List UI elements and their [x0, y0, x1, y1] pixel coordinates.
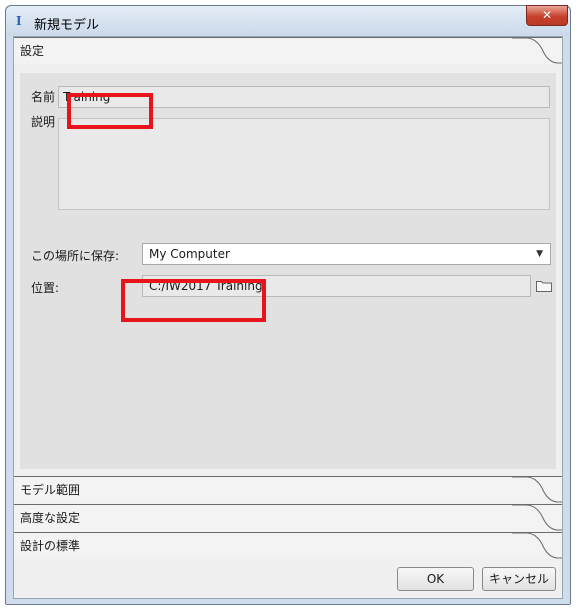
title-bar: I 新規モデル ✕: [6, 5, 570, 36]
section-header-advanced[interactable]: 高度な設定: [14, 504, 562, 531]
settings-panel: 名前 Training 説明 この場所に保存: My Computer ▼ 位置…: [20, 73, 556, 469]
highlight-name-box: [67, 93, 153, 129]
section-curve-icon: [512, 504, 562, 531]
section-label-advanced: 高度な設定: [20, 511, 81, 525]
section-label-settings: 設定: [20, 44, 45, 58]
name-label: 名前: [31, 90, 56, 104]
section-header-settings[interactable]: 設定: [14, 37, 562, 64]
description-label: 説明: [31, 115, 56, 129]
ok-button[interactable]: OK: [397, 567, 474, 591]
save-location-value: My Computer: [149, 247, 230, 261]
folder-icon[interactable]: [536, 280, 552, 292]
close-button[interactable]: ✕: [526, 5, 568, 26]
section-header-design-standards[interactable]: 設計の標準: [14, 532, 562, 559]
section-label-design-standards: 設計の標準: [20, 539, 81, 553]
save-location-dropdown[interactable]: My Computer ▼: [142, 243, 551, 265]
cancel-button[interactable]: キャンセル: [482, 567, 556, 591]
section-curve-icon: [512, 476, 562, 503]
description-field[interactable]: [58, 118, 550, 210]
app-icon: I: [16, 14, 22, 28]
window-title: 新規モデル: [34, 18, 100, 33]
highlight-path-box: [121, 279, 266, 322]
path-label: 位置:: [31, 281, 60, 295]
section-label-model-extent: モデル範囲: [20, 483, 81, 497]
chevron-down-icon: ▼: [536, 249, 543, 259]
section-curve-icon: [512, 532, 562, 559]
section-header-model-extent[interactable]: モデル範囲: [14, 476, 562, 503]
section-curve-icon: [512, 37, 562, 64]
save-location-label: この場所に保存:: [31, 249, 120, 263]
